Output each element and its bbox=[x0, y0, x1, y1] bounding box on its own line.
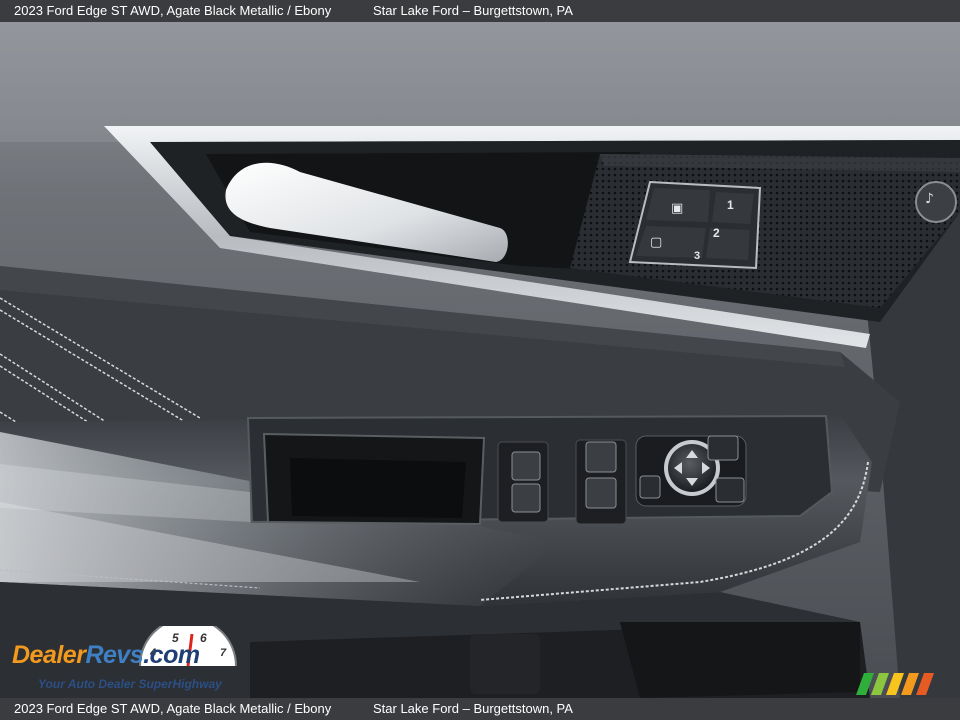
unlock-icon: ▢ bbox=[650, 235, 663, 250]
dealer-caption: Star Lake Ford – Burgettstown, PA bbox=[373, 3, 573, 18]
logo-domain-text: .com bbox=[143, 641, 200, 669]
dealer-caption: Star Lake Ford – Burgettstown, PA bbox=[373, 701, 573, 716]
vehicle-caption: 2023 Ford Edge ST AWD, Agate Black Metal… bbox=[14, 3, 332, 18]
logo-tagline: Your Auto Dealer SuperHighway bbox=[38, 677, 222, 691]
logo-revs-text: Revs bbox=[85, 641, 144, 669]
caption-bar-top: 2023 Ford Edge ST AWD, Agate Black Metal… bbox=[0, 0, 960, 22]
lock-icon: ▣ bbox=[671, 201, 684, 216]
caption-bar-bottom: 2023 Ford Edge ST AWD, Agate Black Metal… bbox=[0, 698, 960, 720]
photo-viewer: 2023 Ford Edge ST AWD, Agate Black Metal… bbox=[0, 0, 960, 720]
memory-button-3: 3 bbox=[694, 250, 701, 262]
logo-dealer-text: Dealer bbox=[12, 641, 86, 669]
vehicle-caption: 2023 Ford Edge ST AWD, Agate Black Metal… bbox=[14, 701, 332, 716]
brand-stripes-icon bbox=[856, 673, 934, 695]
door-panel-photo bbox=[0, 22, 960, 698]
memory-button-1: 1 bbox=[727, 198, 734, 212]
dealerrevs-logo: DealerRevs.com bbox=[12, 641, 200, 670]
speaker-logo-icon: ♪ bbox=[925, 191, 934, 207]
gauge-number: 7 bbox=[220, 647, 227, 659]
memory-button-2: 2 bbox=[713, 226, 720, 240]
gauge-number: 6 bbox=[200, 631, 207, 645]
